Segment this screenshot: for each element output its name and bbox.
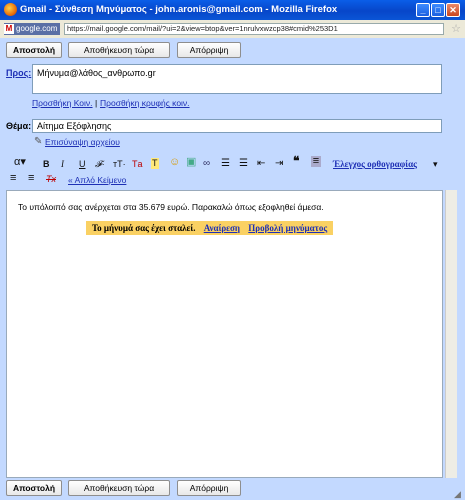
italic-button[interactable]: I bbox=[61, 159, 64, 170]
discard-button-bottom[interactable]: Απόρριψη bbox=[177, 480, 241, 496]
insert-link-button[interactable]: ∞ bbox=[203, 158, 210, 169]
view-message-link[interactable]: Προβολή μηνύματος bbox=[248, 223, 327, 233]
text-color-button[interactable]: Tа bbox=[132, 159, 143, 170]
message-body-text: Το υπόλοιπό σας ανέρχεται στα 35.679 ευρ… bbox=[18, 202, 324, 212]
undo-link[interactable]: Αναίρεση bbox=[204, 223, 240, 233]
bold-button[interactable]: B bbox=[43, 159, 50, 170]
paperclip-icon: ✎ bbox=[34, 136, 43, 147]
align-right-button[interactable]: ≡ bbox=[28, 173, 34, 184]
add-cc-link[interactable]: Προσθήκη Κοιν. bbox=[32, 98, 93, 108]
numbered-list-button[interactable]: ☰ bbox=[221, 158, 230, 169]
insert-image-button[interactable]: ▣ bbox=[186, 157, 196, 168]
sent-message: Το μήνυμά σας έχει σταλεί. bbox=[92, 223, 196, 233]
cc-separator: | bbox=[95, 98, 98, 108]
quote-button[interactable]: ❝ bbox=[293, 155, 299, 167]
close-button[interactable]: ✕ bbox=[446, 3, 460, 17]
firefox-icon bbox=[4, 3, 17, 16]
star-icon[interactable]: ☆ bbox=[451, 22, 461, 35]
save-now-button[interactable]: Αποθήκευση τώρα bbox=[68, 42, 170, 58]
message-body-editor[interactable]: Το υπόλοιπό σας ανέρχεται στα 35.679 ευρ… bbox=[6, 190, 443, 478]
align-left-button[interactable]: ≡ bbox=[10, 173, 16, 184]
subject-label: Θέμα: bbox=[6, 121, 32, 131]
outdent-button[interactable]: ⇤ bbox=[257, 158, 265, 169]
discard-button[interactable]: Απόρριψη bbox=[177, 42, 241, 58]
spell-check-link[interactable]: Έλεγχος ορθογραφίας bbox=[333, 159, 417, 169]
site-identity-button[interactable]: M google.com bbox=[4, 23, 61, 35]
add-bcc-link[interactable]: Προσθήκη κρυφής κοιν. bbox=[100, 98, 190, 108]
address-bar: M google.com https://mail.google.com/mai… bbox=[0, 20, 465, 39]
resize-grip-icon[interactable]: ◢ bbox=[454, 489, 464, 499]
plain-text-link[interactable]: « Απλό Κείμενο bbox=[68, 175, 126, 185]
underline-button[interactable]: U bbox=[79, 159, 86, 170]
save-now-button-bottom[interactable]: Αποθήκευση τώρα bbox=[68, 480, 170, 496]
send-button[interactable]: Αποστολή bbox=[6, 42, 62, 58]
window-title-bar: Gmail - Σύνθεση Μηνύματος - john.aronis@… bbox=[0, 0, 465, 20]
window-title: Gmail - Σύνθεση Μηνύματος - john.aronis@… bbox=[20, 4, 338, 15]
send-button-bottom[interactable]: Αποστολή bbox=[6, 480, 62, 496]
gmail-icon: M bbox=[4, 24, 14, 34]
vertical-scrollbar[interactable] bbox=[445, 190, 457, 478]
font-button[interactable]: α▾ bbox=[14, 157, 26, 168]
sent-notification: Το μήνυμά σας έχει σταλεί. Αναίρεση Προβ… bbox=[86, 221, 334, 235]
site-name: google.com bbox=[16, 24, 58, 33]
maximize-button[interactable]: □ bbox=[431, 3, 445, 17]
to-label[interactable]: Προς: bbox=[6, 68, 31, 78]
indent-button[interactable]: ⇥ bbox=[275, 158, 283, 169]
subject-field[interactable]: Αίτημα Εξόφλησης bbox=[32, 119, 442, 133]
compose-panel: Αποστολή Αποθήκευση τώρα Απόρριψη Προς: … bbox=[0, 38, 465, 500]
font-face-button[interactable]: 𝓕· bbox=[95, 159, 105, 170]
remove-formatting-button[interactable]: Tx bbox=[46, 174, 56, 185]
to-field[interactable]: Μήνυμα@λάθος_ανθρωπο.gr bbox=[32, 64, 442, 94]
highlight-button[interactable]: T bbox=[151, 158, 159, 169]
bulleted-list-button[interactable]: ☰ bbox=[239, 158, 248, 169]
emoji-button[interactable]: ☺ bbox=[169, 157, 180, 168]
url-field[interactable]: https://mail.google.com/mail/?ui=2&view=… bbox=[64, 23, 444, 35]
spell-check-dropdown-icon[interactable]: ▾ bbox=[433, 159, 438, 170]
minimize-button[interactable]: _ bbox=[416, 3, 430, 17]
font-dropdown-icon: ▾ bbox=[20, 156, 26, 168]
font-size-button[interactable]: тT· bbox=[113, 159, 126, 170]
attach-file-link[interactable]: Επισύναψη αρχείου bbox=[45, 137, 120, 147]
align-button[interactable]: ≡ bbox=[311, 156, 321, 167]
